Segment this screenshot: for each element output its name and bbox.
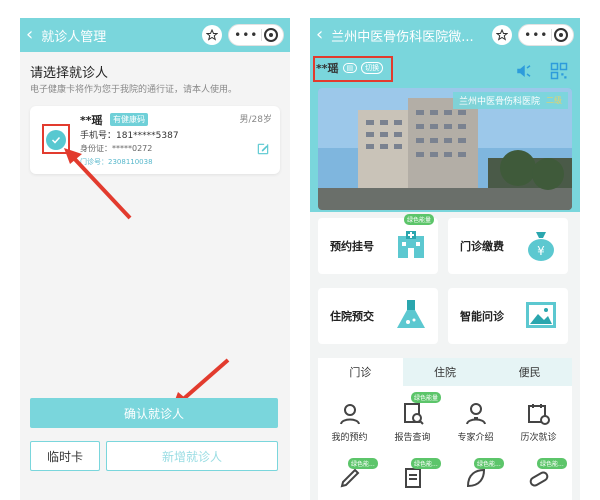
more-icon[interactable]: ••• bbox=[234, 28, 258, 42]
grid-item-label: 专家介绍 bbox=[457, 433, 494, 443]
leaf-icon bbox=[466, 468, 485, 488]
svg-text:¥: ¥ bbox=[537, 244, 545, 258]
service-grid: 我的预约 绿色能量 报告查询 专家介绍 历次就诊 绿色能... 绿色能... 绿… bbox=[318, 386, 572, 500]
qr-code-icon[interactable] bbox=[550, 62, 568, 80]
confirm-patient-button[interactable]: 确认就诊人 bbox=[30, 398, 278, 428]
tile-label: 智能问诊 bbox=[460, 310, 504, 323]
back-arrow-icon[interactable]: ‹ bbox=[26, 26, 33, 44]
back-arrow-icon[interactable]: ‹ bbox=[316, 26, 323, 44]
tile-label: 门诊缴费 bbox=[460, 240, 504, 253]
nav-title: 兰州中医骨伤科医院微... bbox=[331, 29, 474, 45]
grid-item-report-query[interactable]: 绿色能量 报告查询 bbox=[381, 392, 444, 443]
right-phone-screen: ‹ 兰州中医骨伤科医院微... ••• **瑶 ▤ 切换 兰州中医骨伤科医院 二… bbox=[310, 18, 580, 500]
hospital-icon bbox=[398, 231, 424, 258]
tab-inpatient[interactable]: 住院 bbox=[403, 358, 488, 386]
money-bag-icon: ¥ bbox=[528, 232, 554, 261]
health-code-badge: 有健康码 bbox=[110, 113, 148, 126]
left-phone-screen: ‹ 就诊人管理 ••• 请选择就诊人 电子健康卡将作为您于我院的通行证，请本人使… bbox=[20, 18, 290, 500]
tile-outpatient-payment[interactable]: 门诊缴费 ¥ bbox=[448, 218, 568, 274]
grid-item-row2-1[interactable]: 绿色能... bbox=[318, 458, 381, 494]
pen-icon bbox=[340, 468, 359, 488]
mini-program-capsule[interactable]: ••• bbox=[228, 24, 284, 46]
patient-name: **瑶 bbox=[80, 114, 103, 127]
report-search-icon bbox=[403, 403, 424, 425]
star-icon[interactable] bbox=[492, 25, 512, 45]
tile-smart-consultation[interactable]: 智能问诊 bbox=[448, 288, 568, 344]
tile-inpatient-deposit[interactable]: 住院预交 bbox=[318, 288, 438, 344]
green-energy-badge: 绿色能... bbox=[411, 458, 441, 469]
tab-outpatient[interactable]: 门诊 bbox=[318, 358, 403, 386]
edit-icon[interactable] bbox=[256, 142, 270, 156]
hospital-banner[interactable]: 兰州中医骨伤科医院 二级 bbox=[318, 88, 572, 210]
grid-item-label: 历次就诊 bbox=[520, 433, 557, 443]
grid-item-visit-history[interactable]: 历次就诊 bbox=[507, 402, 570, 443]
announcement-icon[interactable] bbox=[515, 62, 533, 80]
grid-item-label: 我的预约 bbox=[331, 433, 368, 443]
add-patient-button[interactable]: 新增就诊人 bbox=[106, 441, 278, 471]
pill-icon bbox=[529, 471, 548, 487]
grid-item-row2-3[interactable]: 绿色能... bbox=[444, 458, 507, 494]
person-icon bbox=[339, 404, 360, 425]
tile-appointment[interactable]: 预约挂号 绿色能量 bbox=[318, 214, 438, 274]
green-energy-badge: 绿色能... bbox=[474, 458, 504, 469]
grid-item-row2-4[interactable]: 绿色能... bbox=[507, 458, 570, 494]
doctor-icon bbox=[465, 403, 486, 425]
annotation-arrow-1 bbox=[64, 148, 132, 220]
nav-title: 就诊人管理 bbox=[41, 29, 107, 45]
hospital-banner-label: 兰州中医骨伤科医院 二级 bbox=[452, 92, 568, 109]
grid-item-experts[interactable]: 专家介绍 bbox=[444, 402, 507, 443]
image-report-icon bbox=[526, 302, 556, 328]
grid-item-my-appointment[interactable]: 我的预约 bbox=[318, 402, 381, 443]
flask-icon bbox=[397, 300, 425, 328]
highlight-box bbox=[313, 56, 393, 82]
hospital-name: 兰州中医骨伤科医院 bbox=[458, 97, 540, 107]
green-energy-badge: 绿色能... bbox=[348, 458, 378, 469]
star-icon[interactable] bbox=[202, 25, 222, 45]
mini-program-capsule[interactable]: ••• bbox=[518, 24, 574, 46]
grid-item-label: 报告查询 bbox=[394, 433, 431, 443]
tab-convenience[interactable]: 便民 bbox=[487, 358, 572, 386]
right-navbar: ‹ 兰州中医骨伤科医院微... ••• bbox=[310, 18, 580, 52]
select-patient-subtitle: 电子健康卡将作为您于我院的通行证，请本人使用。 bbox=[30, 85, 238, 95]
document-icon bbox=[404, 468, 421, 488]
left-navbar: ‹ 就诊人管理 ••• bbox=[20, 18, 290, 52]
green-energy-badge: 绿色能量 bbox=[404, 214, 435, 225]
service-tabs: 门诊 住院 便民 bbox=[318, 358, 572, 386]
close-target-icon[interactable] bbox=[263, 28, 278, 42]
patient-gender-age: 男/28岁 bbox=[239, 115, 273, 125]
patient-phone: 手机号：181*****5387 bbox=[80, 131, 179, 141]
calendar-clock-icon bbox=[527, 404, 550, 425]
more-icon[interactable]: ••• bbox=[524, 28, 548, 42]
tile-label: 预约挂号 bbox=[330, 240, 374, 253]
tile-label: 住院预交 bbox=[330, 310, 374, 323]
green-energy-badge: 绿色能... bbox=[537, 458, 567, 469]
temp-card-button[interactable]: 临时卡 bbox=[30, 441, 100, 471]
close-target-icon[interactable] bbox=[553, 28, 568, 42]
select-patient-title: 请选择就诊人 bbox=[30, 66, 109, 81]
hospital-grade: 二级 bbox=[546, 96, 562, 105]
grid-item-row2-2[interactable]: 绿色能... bbox=[381, 458, 444, 494]
green-energy-badge: 绿色能量 bbox=[411, 392, 442, 403]
